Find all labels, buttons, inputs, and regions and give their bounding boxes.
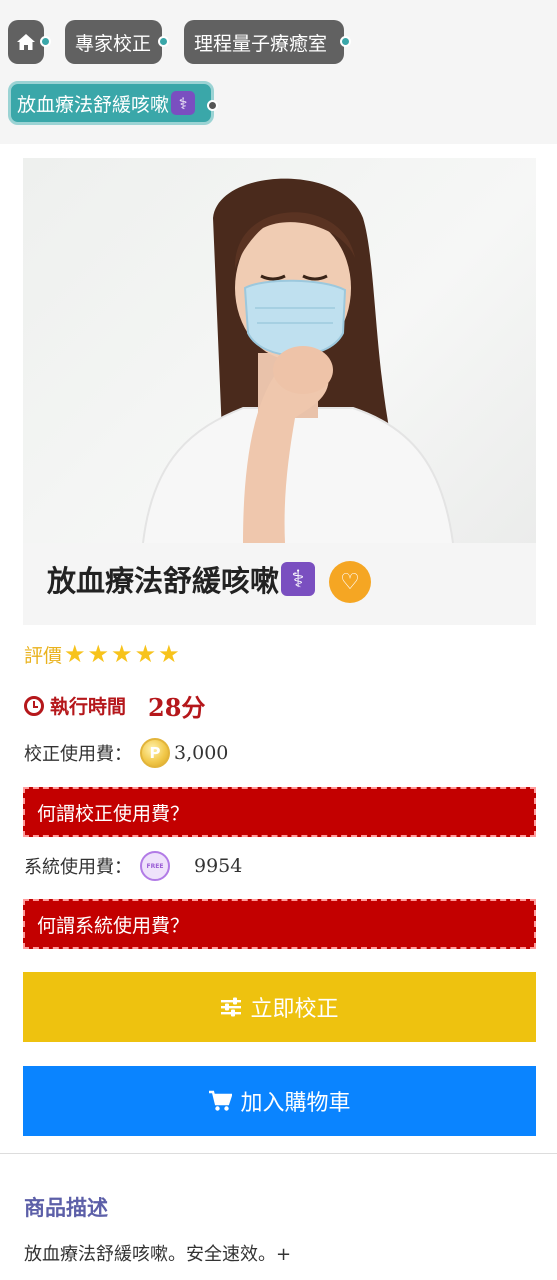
star-icon: ★: [134, 640, 157, 668]
favorite-button[interactable]: ♡: [329, 561, 371, 603]
section-divider: [0, 1153, 557, 1154]
description-text: 放血療法舒緩咳嗽。安全速效。+: [24, 1244, 292, 1265]
cart-icon: [209, 1090, 233, 1111]
correction-fee-help-button[interactable]: 何謂校正使用費？: [23, 787, 536, 837]
star-icon: ★: [87, 640, 110, 668]
free-coin-icon: FREE: [140, 851, 170, 881]
correction-fee-label: 校正使用費：: [24, 744, 132, 765]
runtime-label: 執行時間: [50, 696, 127, 718]
runtime: 執行時間 28分: [24, 688, 205, 723]
system-fee-help-button[interactable]: 何謂系統使用費？: [23, 899, 536, 949]
breadcrumb-separator: [158, 36, 169, 47]
add-to-cart-button[interactable]: 加入購物車: [23, 1066, 536, 1136]
rating: 評價 ★★★★★: [24, 640, 180, 668]
breadcrumb-item-expert[interactable]: 專家校正: [65, 20, 169, 64]
breadcrumb-item-label: 理程量子療癒室: [194, 32, 328, 55]
product-card: 放血療法舒緩咳嗽 ⚕ ♡: [23, 158, 536, 625]
rating-label: 評價: [24, 644, 63, 667]
system-fee-value: 9954: [194, 855, 243, 877]
heart-minus-icon: ♡: [340, 569, 360, 595]
product-title-text: 放血療法舒緩咳嗽: [47, 564, 280, 598]
system-fee-help-label: 何謂系統使用費？: [37, 914, 190, 937]
star-icon: ★: [64, 640, 86, 668]
correct-now-button[interactable]: 立即校正: [23, 972, 536, 1042]
sliders-icon: [221, 997, 242, 1017]
breadcrumb-item-label: 專家校正: [75, 32, 152, 55]
runtime-value: 28分: [148, 693, 206, 722]
breadcrumb-item-label: 放血療法舒緩咳嗽: [17, 93, 170, 116]
correction-fee-help-label: 何謂校正使用費？: [37, 802, 190, 825]
system-fee: 系統使用費： FREE 9954: [24, 851, 242, 881]
correction-fee: 校正使用費： P 3,000: [24, 738, 228, 768]
add-to-cart-label: 加入購物車: [240, 1091, 351, 1116]
breadcrumb-item-current[interactable]: 放血療法舒緩咳嗽 ⚕: [8, 81, 218, 125]
product-image: [23, 158, 536, 543]
system-fee-label: 系統使用費：: [24, 857, 132, 878]
home-icon: [17, 34, 35, 50]
breadcrumb-item-healing-room[interactable]: 理程量子療癒室: [184, 20, 351, 64]
point-coin-icon: P: [140, 738, 170, 768]
star-icon: ★: [158, 640, 180, 668]
correction-fee-value: 3,000: [174, 742, 229, 764]
breadcrumb-separator: [340, 36, 351, 47]
rating-stars: ★★★★★: [62, 640, 180, 668]
breadcrumb: 專家校正 理程量子療癒室 放血療法舒緩咳嗽 ⚕: [0, 0, 557, 144]
description-heading: 商品描述: [24, 1196, 108, 1220]
medical-symbol-icon: ⚕: [171, 91, 196, 115]
breadcrumb-separator: [207, 100, 218, 111]
product-title: 放血療法舒緩咳嗽 ⚕: [47, 558, 316, 600]
breadcrumb-separator: [40, 36, 51, 47]
clock-icon: [24, 695, 44, 716]
medical-symbol-icon: ⚕: [281, 562, 316, 596]
breadcrumb-home[interactable]: [8, 20, 51, 64]
star-icon: ★: [111, 640, 133, 668]
correct-now-label: 立即校正: [250, 997, 339, 1022]
